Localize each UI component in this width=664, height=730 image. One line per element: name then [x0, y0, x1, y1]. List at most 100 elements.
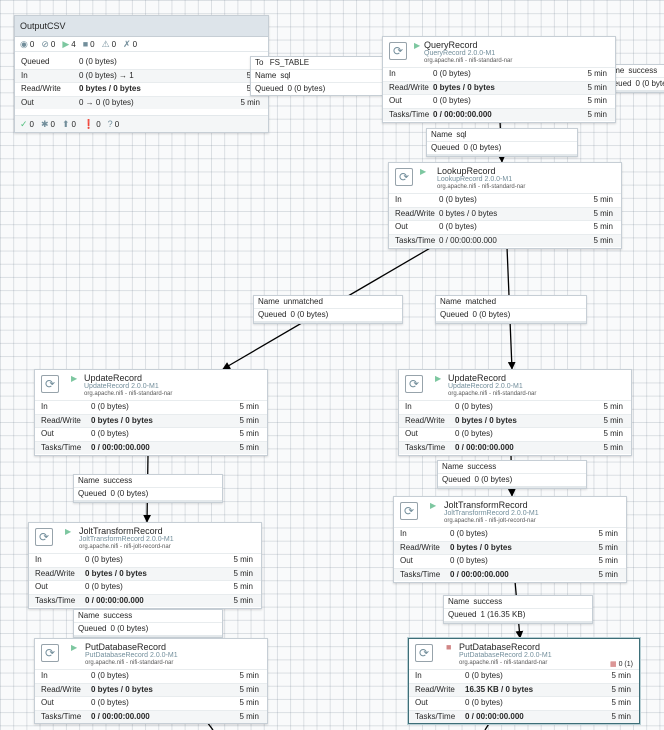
- connection-name-row: Namesuccess: [448, 597, 503, 606]
- stat-row-out: Out 0 (0 bytes) 5 min: [409, 696, 639, 710]
- connection-label-sql[interactable]: Name sql Queued 0 (0 bytes): [426, 128, 578, 157]
- processor-name: JoltTransformRecord: [79, 526, 163, 536]
- not-transmitting-icon: ⊘: [41, 38, 49, 49]
- process-group-status-bar: ◉ 0 ⊘ 0 ▶ 4 ■ 0 ⚠ 0 ✗ 0: [15, 37, 268, 52]
- connection-label-success-right-update[interactable]: Name success Queued 0 (0 bytes): [437, 460, 587, 489]
- stat-row-out: Out 0 (0 bytes) 5 min: [35, 696, 267, 710]
- processor-bundle: org.apache.nifi - nifi-standard-nar: [437, 184, 526, 190]
- connection-queued-row: Queued0 (0 bytes): [436, 308, 586, 321]
- stat-row-in: In 0 (0 bytes) 5 min: [399, 400, 631, 414]
- stat-row-tasks-time: Tasks/Time 0 / 00:00:00.000 5 min: [35, 440, 267, 454]
- stop-icon: ■: [82, 39, 89, 49]
- processor-name: PutDatabaseRecord: [459, 642, 541, 652]
- play-icon: ▶: [414, 41, 421, 50]
- processor-name: UpdateRecord: [84, 373, 143, 383]
- check-icon: ✓: [20, 118, 28, 129]
- connection-name-row: Name sql: [251, 69, 399, 82]
- processor-name: LookupRecord: [437, 166, 496, 176]
- processor-bundle: org.apache.nifi - nifi-jolt-record-nar: [444, 518, 536, 524]
- exclamation-icon: ❗: [83, 118, 95, 129]
- stop-icon: ■: [446, 642, 452, 652]
- processor-putdatabaserecord-left[interactable]: ⟳ ▶ PutDatabaseRecord PutDatabaseRecord …: [34, 638, 268, 724]
- connection-name-row: Namesuccess: [78, 611, 133, 620]
- connection-queued-row: Queued0 (0 bytes): [438, 473, 586, 486]
- stat-row-in: In 0 (0 bytes) 5 min: [35, 400, 267, 414]
- stat-row-out: Out 0 (0 bytes) 5 min: [399, 427, 631, 441]
- play-icon: ▶: [71, 374, 78, 383]
- disabled-icon: ✗: [123, 38, 131, 49]
- running-status: ▶ 4: [62, 38, 76, 49]
- processor-type: UpdateRecord 2.0.0-M1: [84, 383, 159, 390]
- invalid-status: ⚠ 0: [101, 38, 117, 49]
- processor-name: UpdateRecord: [448, 373, 507, 383]
- processor-icon: ⟳: [41, 644, 59, 662]
- connection-label-to-fs-table[interactable]: To FS_TABLE ▶ Namesql Queued0 (0 bytes): [250, 56, 400, 96]
- play-icon: ▶: [430, 501, 437, 510]
- connection-queued-row: Queued0 (0 bytes): [254, 308, 402, 321]
- processor-name: JoltTransformRecord: [444, 500, 528, 510]
- connection-queued-row: Queued0 (0 bytes): [74, 622, 222, 635]
- processor-updaterecord-left[interactable]: ⟳ ▶ UpdateRecord UpdateRecord 2.0.0-M1 o…: [34, 369, 268, 456]
- question-icon: ?: [107, 119, 113, 129]
- processor-icon: ⟳: [395, 168, 413, 186]
- stat-row-in: In 0 (0 bytes) 5 min: [29, 553, 261, 567]
- connection-label-success-left-jolt[interactable]: Name success Queued 0 (0 bytes): [73, 609, 223, 638]
- processor-bundle: org.apache.nifi - nifi-standard-nar: [459, 660, 548, 666]
- processor-queryrecord[interactable]: ⟳ ▶ QueryRecord QueryRecord 2.0.0-M1 org…: [382, 36, 616, 123]
- processor-bundle: org.apache.nifi - nifi-standard-nar: [84, 391, 173, 397]
- processor-jolttransformrecord-left[interactable]: ⟳ ▶ JoltTransformRecord JoltTransformRec…: [28, 522, 262, 609]
- processor-bundle: org.apache.nifi - nifi-jolt-record-nar: [79, 544, 171, 550]
- connection-destination-row: To FS_TABLE ▶: [251, 57, 399, 69]
- connection-label-success-left-update[interactable]: Name success Queued 0 (0 bytes): [73, 474, 223, 503]
- processor-icon: ⟳: [400, 502, 418, 520]
- processor-type: PutDatabaseRecord 2.0.0-M1: [459, 652, 552, 659]
- process-group-outputcsv[interactable]: OutputCSV ◉ 0 ⊘ 0 ▶ 4 ■ 0 ⚠ 0 ✗ 0 Queued 0 (0 …: [14, 15, 269, 133]
- stat-row-in: In 0 (0 bytes) 5 min: [409, 669, 639, 683]
- modified-stale-status: ❗ 0: [83, 118, 101, 129]
- connection-label-matched[interactable]: Name matched Queued 0 (0 bytes): [435, 295, 587, 324]
- stat-row-in: In 0 (0 bytes) 5 min: [383, 67, 615, 81]
- stat-row-tasks-time: Tasks/Time 0 / 00:00:00.000 5 min: [389, 233, 621, 247]
- stat-row-out: Out 0 (0 bytes) 5 min: [383, 94, 615, 108]
- processor-updaterecord-right[interactable]: ⟳ ▶ UpdateRecord UpdateRecord 2.0.0-M1 o…: [398, 369, 632, 456]
- pg-stat-row: Read/Write 0 bytes / 0 bytes 5 m: [15, 82, 268, 96]
- processor-bundle: org.apache.nifi - nifi-standard-nar: [85, 660, 174, 666]
- processor-putdatabaserecord-right[interactable]: ⟳ ■ PutDatabaseRecord PutDatabaseRecord …: [408, 638, 640, 724]
- stat-row-read-write: Read/Write 0 bytes / 0 bytes 5 min: [394, 540, 626, 554]
- processor-icon: ⟳: [415, 644, 433, 662]
- transmitting-icon: ◉: [20, 38, 28, 49]
- play-icon: ▶: [71, 643, 78, 652]
- stat-row-read-write: Read/Write 0 bytes / 0 bytes 5 min: [383, 80, 615, 94]
- connection-queued-row: Queued0 (0 bytes): [74, 487, 222, 500]
- stat-row-out: Out 0 (0 bytes) 5 min: [35, 427, 267, 441]
- processor-icon: ⟳: [389, 42, 407, 60]
- play-icon: ▶: [435, 374, 442, 383]
- connection-label-unmatched[interactable]: Name unmatched Queued 0 (0 bytes): [253, 295, 403, 324]
- stat-row-read-write: Read/Write 0 bytes / 0 bytes 5 min: [35, 682, 267, 696]
- stat-row-out: Out 0 (0 bytes) 5 min: [394, 554, 626, 568]
- connection-name-row: Name unmatched: [258, 297, 323, 306]
- stat-row-in: In 0 (0 bytes) 5 min: [35, 669, 267, 683]
- processor-bundle: org.apache.nifi - nifi-standard-nar: [424, 58, 513, 64]
- stat-row-tasks-time: Tasks/Time 0 / 00:00:00.000 5 min: [399, 440, 631, 454]
- processor-bundle: org.apache.nifi - nifi-standard-nar: [448, 391, 537, 397]
- connection-name-row: Name matched: [440, 297, 497, 306]
- processor-lookuprecord[interactable]: ⟳ ▶ LookupRecord LookupRecord 2.0.0-M1 o…: [388, 162, 622, 249]
- processor-type: QueryRecord 2.0.0-M1: [424, 50, 496, 57]
- play-icon: ▶: [420, 167, 427, 176]
- connection-name-row: Namesuccess: [442, 462, 497, 471]
- threads-icon: ▦: [610, 661, 617, 668]
- processor-name: QueryRecord: [424, 40, 478, 50]
- processor-type: JoltTransformRecord 2.0.0-M1: [444, 510, 539, 517]
- connection-label-success-right-jolt[interactable]: Name success Queued 1 (16.35 KB): [443, 595, 593, 624]
- processor-name: PutDatabaseRecord: [85, 642, 167, 652]
- stat-row-read-write: Read/Write 0 bytes / 0 bytes 5 min: [399, 413, 631, 427]
- warning-icon: ⚠: [101, 38, 110, 49]
- processor-jolttransformrecord-right[interactable]: ⟳ ▶ JoltTransformRecord JoltTransformRec…: [393, 496, 627, 583]
- processor-type: LookupRecord 2.0.0-M1: [437, 176, 513, 183]
- locally-modified-status: ✱ 0: [41, 118, 55, 129]
- processor-type: UpdateRecord 2.0.0-M1: [448, 383, 523, 390]
- stat-row-read-write: Read/Write 0 bytes / 0 bytes 5 min: [29, 566, 261, 580]
- processor-icon: ⟳: [35, 528, 53, 546]
- processor-type: JoltTransformRecord 2.0.0-M1: [79, 536, 174, 543]
